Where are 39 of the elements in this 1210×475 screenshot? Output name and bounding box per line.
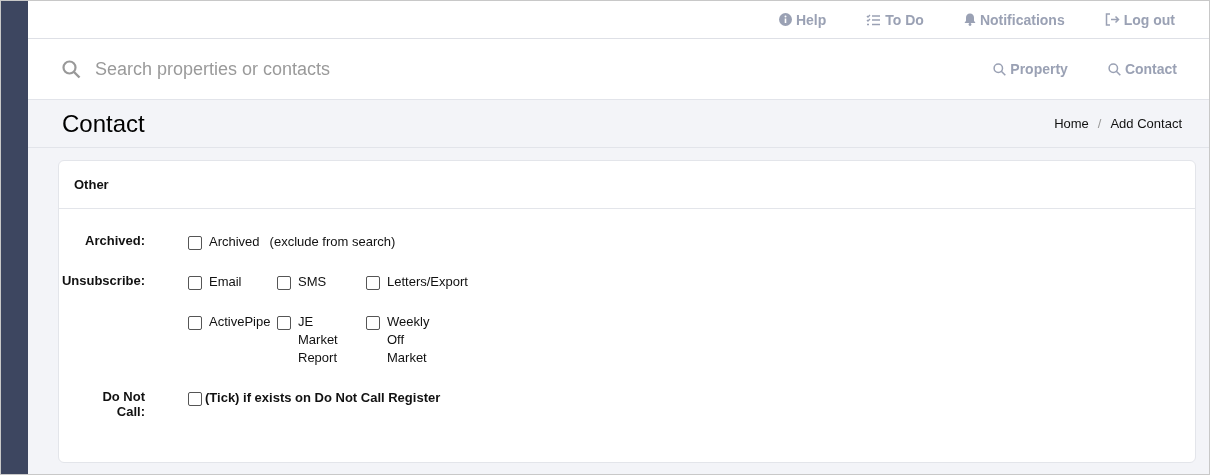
breadcrumb-link[interactable]: Add Contact (1110, 116, 1182, 131)
breadcrumb-separator: / (1097, 116, 1102, 131)
checkbox-label: SMS (298, 273, 327, 291)
field-label: Archived: (85, 233, 145, 248)
search-icon (993, 62, 1007, 76)
checkbox[interactable] (366, 276, 380, 290)
nav-link[interactable]: Log out (1104, 11, 1175, 28)
checkbox-label: (Tick) if exists on Do Not Call Register (205, 389, 441, 407)
search-link[interactable]: Contact (1107, 61, 1177, 77)
checkbox-label: Letters/Export (387, 273, 468, 291)
info-icon (778, 13, 792, 26)
search-icon (62, 59, 81, 79)
checklist-icon (866, 13, 882, 26)
checkbox-label: Email (209, 273, 242, 291)
checkbox-label: JE Market Report (298, 313, 339, 367)
nav-link[interactable]: To Do (866, 11, 924, 28)
checkbox[interactable] (188, 392, 202, 406)
search-link[interactable]: Property (993, 61, 1068, 77)
nav-link[interactable]: Notifications (963, 11, 1065, 28)
page-title: Contact (62, 109, 145, 138)
checkbox[interactable] (277, 316, 291, 330)
checkbox[interactable] (277, 276, 291, 290)
field-label: Unsubscribe: (61, 273, 145, 288)
search-icon (1107, 62, 1121, 76)
logout-icon (1104, 13, 1120, 26)
checkbox[interactable] (188, 316, 202, 330)
checkbox-label: Weekly Off Market (387, 313, 431, 367)
field-label: Do Not Call: (101, 389, 145, 419)
checkbox-label: ActivePipe (209, 313, 271, 331)
checkbox-label: Archived (209, 233, 260, 251)
nav-link[interactable]: Help (778, 11, 827, 28)
bell-icon (963, 13, 976, 26)
checkbox[interactable] (366, 316, 380, 330)
field-note: (exclude from search) (269, 233, 396, 251)
search-input[interactable]: Search properties or contacts (93, 57, 954, 81)
card-title: Other (74, 177, 109, 192)
breadcrumb-link[interactable]: Home (1054, 116, 1089, 131)
checkbox[interactable] (188, 236, 202, 250)
checkbox[interactable] (188, 276, 202, 290)
